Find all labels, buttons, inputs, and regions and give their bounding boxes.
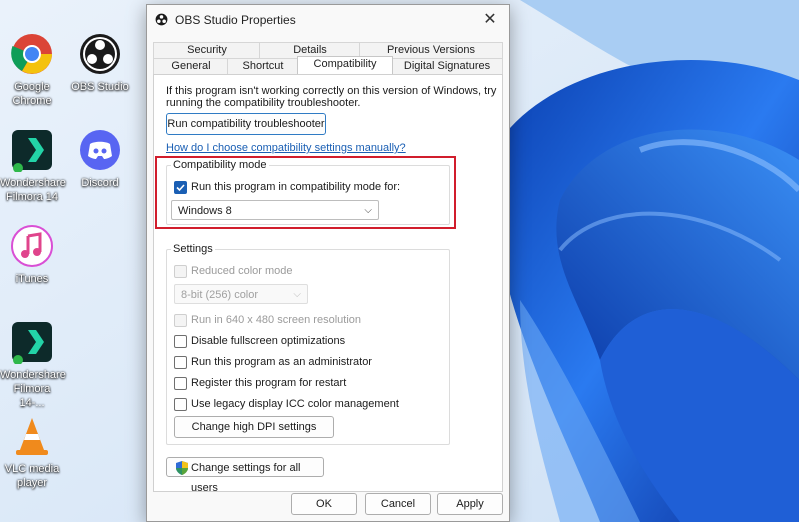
manual-settings-link[interactable]: How do I choose compatibility settings m…	[166, 142, 406, 154]
window-title: OBS Studio Properties	[175, 13, 296, 27]
register-restart-checkbox[interactable]	[174, 377, 187, 390]
reduced-color-checkbox[interactable]	[174, 265, 187, 278]
register-restart-label: Register this program for restart	[191, 377, 347, 389]
ok-button[interactable]: OK	[291, 493, 357, 515]
tab-general[interactable]: General	[153, 58, 229, 74]
compatibility-panel: If this program isn't working correctly …	[153, 74, 503, 494]
run-640-checkbox[interactable]	[174, 314, 187, 327]
desktop-icon-label: VLC media player	[4, 463, 60, 489]
legacy-icc-checkbox[interactable]	[174, 398, 187, 411]
close-icon[interactable]: ✕	[477, 9, 503, 31]
desktop-icon-chrome[interactable]: Google Chrome	[0, 32, 64, 108]
intro-text-line2: running the compatibility troubleshooter…	[166, 97, 361, 109]
tab-security[interactable]: Security	[153, 42, 261, 58]
shield-icon	[176, 461, 188, 475]
vlc-icon	[10, 414, 54, 458]
chevron-down-icon: ⌵	[293, 289, 301, 300]
chrome-icon	[10, 32, 54, 76]
discord-icon	[78, 128, 122, 172]
desktop-icon-label: Google Chrome	[12, 81, 52, 107]
desktop-icon-label: iTunes	[15, 273, 49, 285]
itunes-icon	[10, 224, 54, 268]
compat-mode-checkbox[interactable]	[174, 181, 187, 194]
disable-fullscreen-checkbox[interactable]	[174, 335, 187, 348]
intro-text-line1: If this program isn't working correctly …	[166, 85, 497, 97]
desktop-icon-vlc[interactable]: VLC media player	[0, 414, 64, 490]
compat-mode-label: Run this program in compatibility mode f…	[191, 181, 401, 193]
desktop-icon-filmora-2[interactable]: Wondershare Filmora 14-...	[0, 320, 66, 410]
desktop-icon-filmora[interactable]: Wondershare Filmora 14	[0, 128, 66, 204]
desktop-icon-label: Wondershare Filmora 14-...	[0, 369, 66, 409]
color-depth-value: 8-bit (256) color	[181, 289, 259, 301]
compatibility-mode-group: Compatibility mode Run this program in c…	[166, 159, 450, 225]
disable-fullscreen-label: Disable fullscreen optimizations	[191, 335, 346, 347]
desktop-icon-obs[interactable]: OBS Studio	[68, 32, 132, 94]
obs-icon	[155, 13, 168, 29]
tab-compatibility[interactable]: Compatibility	[297, 56, 393, 74]
os-version-select[interactable]: Windows 8 ⌵	[171, 200, 379, 220]
filmora-icon	[10, 128, 54, 173]
properties-dialog: OBS Studio Properties ✕ Security Details…	[146, 4, 510, 522]
run-admin-checkbox[interactable]	[174, 356, 187, 369]
compatibility-mode-title: Compatibility mode	[171, 159, 269, 171]
tab-shortcut[interactable]: Shortcut	[227, 58, 299, 74]
reduced-color-label: Reduced color mode	[191, 265, 293, 277]
chevron-down-icon: ⌵	[364, 205, 372, 216]
run-troubleshooter-button[interactable]: Run compatibility troubleshooter	[166, 113, 326, 135]
desktop-icon-label: OBS Studio	[71, 81, 129, 93]
change-high-dpi-button[interactable]: Change high DPI settings	[174, 416, 334, 438]
filmora-icon	[10, 320, 54, 365]
color-depth-select[interactable]: 8-bit (256) color ⌵	[174, 284, 308, 304]
obs-icon	[78, 32, 122, 76]
run-admin-label: Run this program as an administrator	[191, 356, 372, 368]
os-version-value: Windows 8	[178, 205, 232, 217]
desktop-icon-discord[interactable]: Discord	[68, 128, 132, 190]
desktop-icon-label: Discord	[81, 177, 119, 189]
desktop-icon-itunes[interactable]: iTunes	[0, 224, 64, 286]
change-all-users-label: Change settings for all users	[191, 462, 301, 494]
change-all-users-button[interactable]: Change settings for all users	[166, 457, 324, 494]
settings-group: Settings Reduced color mode 8-bit (256) …	[166, 243, 450, 445]
settings-title: Settings	[171, 243, 215, 255]
tab-digital-signatures[interactable]: Digital Signatures	[391, 58, 503, 74]
run-640-label: Run in 640 x 480 screen resolution	[191, 314, 361, 326]
legacy-icc-label: Use legacy display ICC color management	[191, 398, 399, 410]
checkmark-icon	[176, 184, 185, 192]
cancel-button[interactable]: Cancel	[365, 493, 431, 515]
desktop-icon-label: Wondershare Filmora 14	[0, 177, 66, 203]
apply-button[interactable]: Apply	[437, 493, 503, 515]
title-bar[interactable]: OBS Studio Properties ✕	[147, 5, 509, 35]
